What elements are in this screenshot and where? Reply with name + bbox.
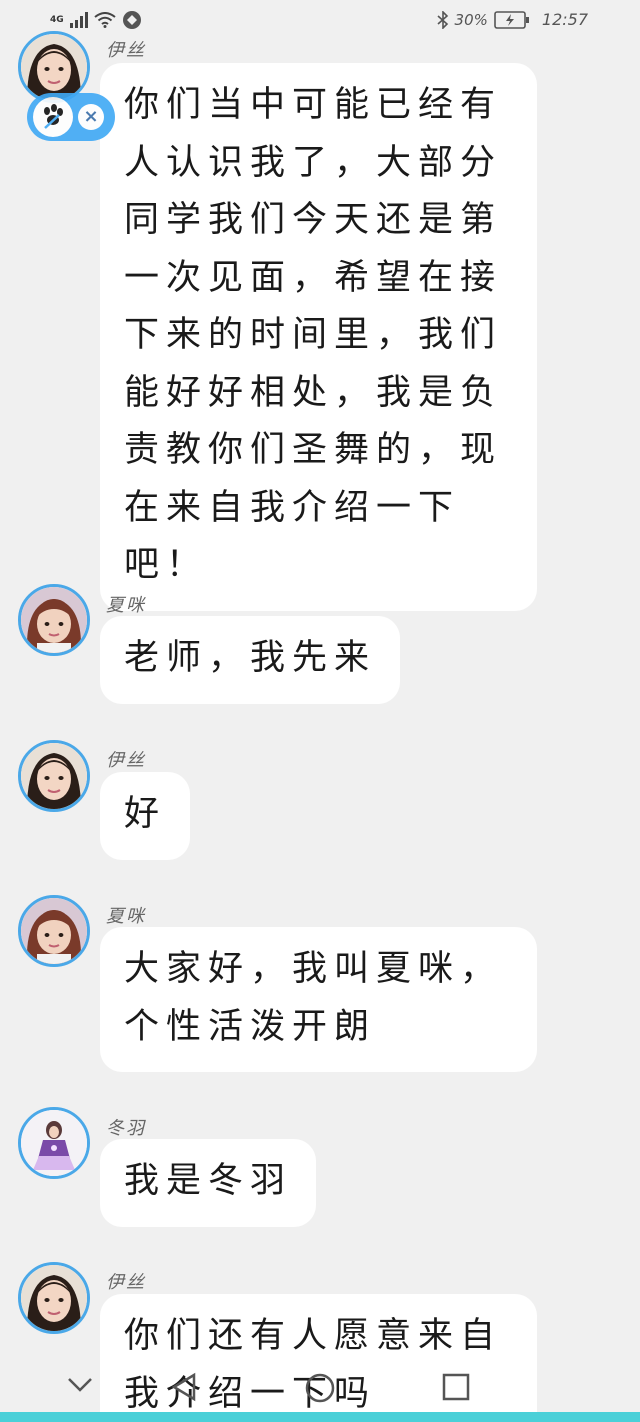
battery-percent: 30% [454,10,488,29]
message-bubble[interactable]: 好 [100,772,191,860]
avatar-xiami[interactable] [18,895,90,967]
paw-icon[interactable] [33,97,73,137]
sender-name: 冬羽 [106,1118,146,1139]
avatar-yisi[interactable] [18,1262,90,1334]
navigation-bar [0,1362,640,1412]
home-circle-icon[interactable] [304,1372,336,1408]
vpn-icon [122,11,141,29]
network-type: 4G [50,15,64,25]
bottom-strip [0,1412,640,1422]
message-bubble[interactable]: 老师，我先来 [100,616,401,704]
close-icon[interactable]: × [78,104,104,130]
sender-name: 伊丝 [106,750,146,771]
clock: 12:57 [541,10,588,29]
message-bubble[interactable]: 你们当中可能已经有人认识我了，大部分同学我们今天还是第一次见面，希望在接下来的时… [100,63,537,611]
message-bubble[interactable]: 大家好，我叫夏咪，个性活泼开朗 [100,927,537,1072]
signal-icon [69,12,88,28]
avatar-dongyu[interactable] [18,1107,90,1179]
back-triangle-icon[interactable] [170,1372,198,1406]
bluetooth-icon [437,10,448,29]
message-bubble[interactable]: 我是冬羽 [100,1139,317,1227]
sender-name: 伊丝 [106,1272,146,1293]
recents-square-icon[interactable] [441,1372,471,1406]
floating-widget[interactable]: × [27,93,115,141]
status-bar: 4G 30% 12:57 [0,0,640,44]
chevron-down-icon[interactable] [66,1376,94,1398]
avatar-xiami[interactable] [18,584,90,656]
battery-icon [494,10,529,29]
sender-name: 伊丝 [106,40,146,61]
wifi-icon [94,12,116,28]
sender-name: 夏咪 [106,595,146,616]
sender-name: 夏咪 [106,906,146,927]
avatar-yisi[interactable] [18,740,90,812]
